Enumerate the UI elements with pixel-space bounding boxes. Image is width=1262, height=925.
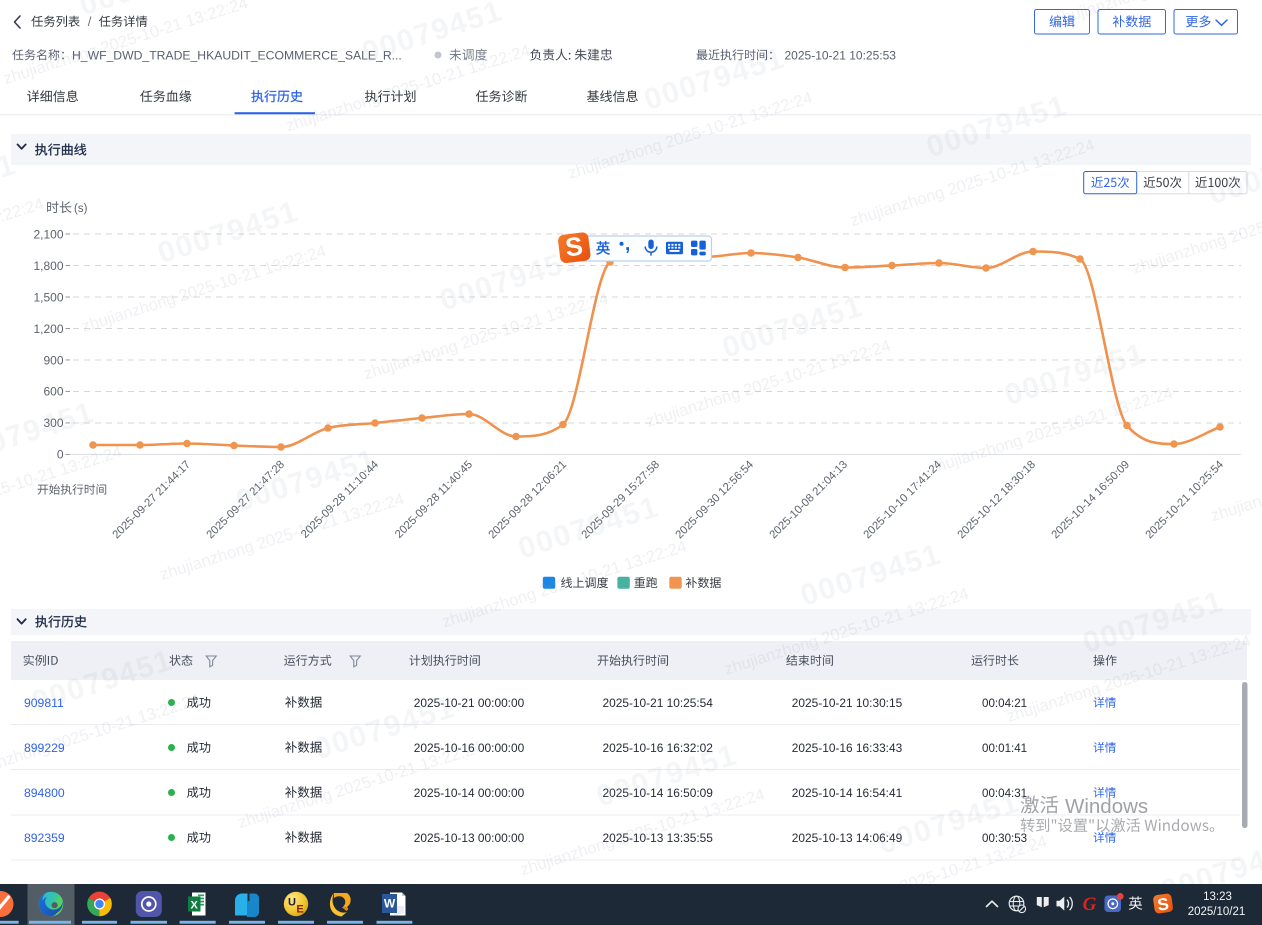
svg-text:Windows: Windows — [1065, 795, 1148, 818]
svg-text:X: X — [191, 899, 199, 911]
svg-text:E: E — [296, 904, 303, 916]
svg-text:W: W — [384, 897, 396, 911]
svg-text:,: , — [625, 234, 630, 255]
svg-text:G: G — [1083, 894, 1097, 915]
svg-text:2025/10/21: 2025/10/21 — [1188, 906, 1246, 918]
svg-text:U: U — [288, 897, 296, 909]
svg-text:13:23: 13:23 — [1203, 891, 1232, 903]
svg-text:S: S — [564, 231, 585, 263]
